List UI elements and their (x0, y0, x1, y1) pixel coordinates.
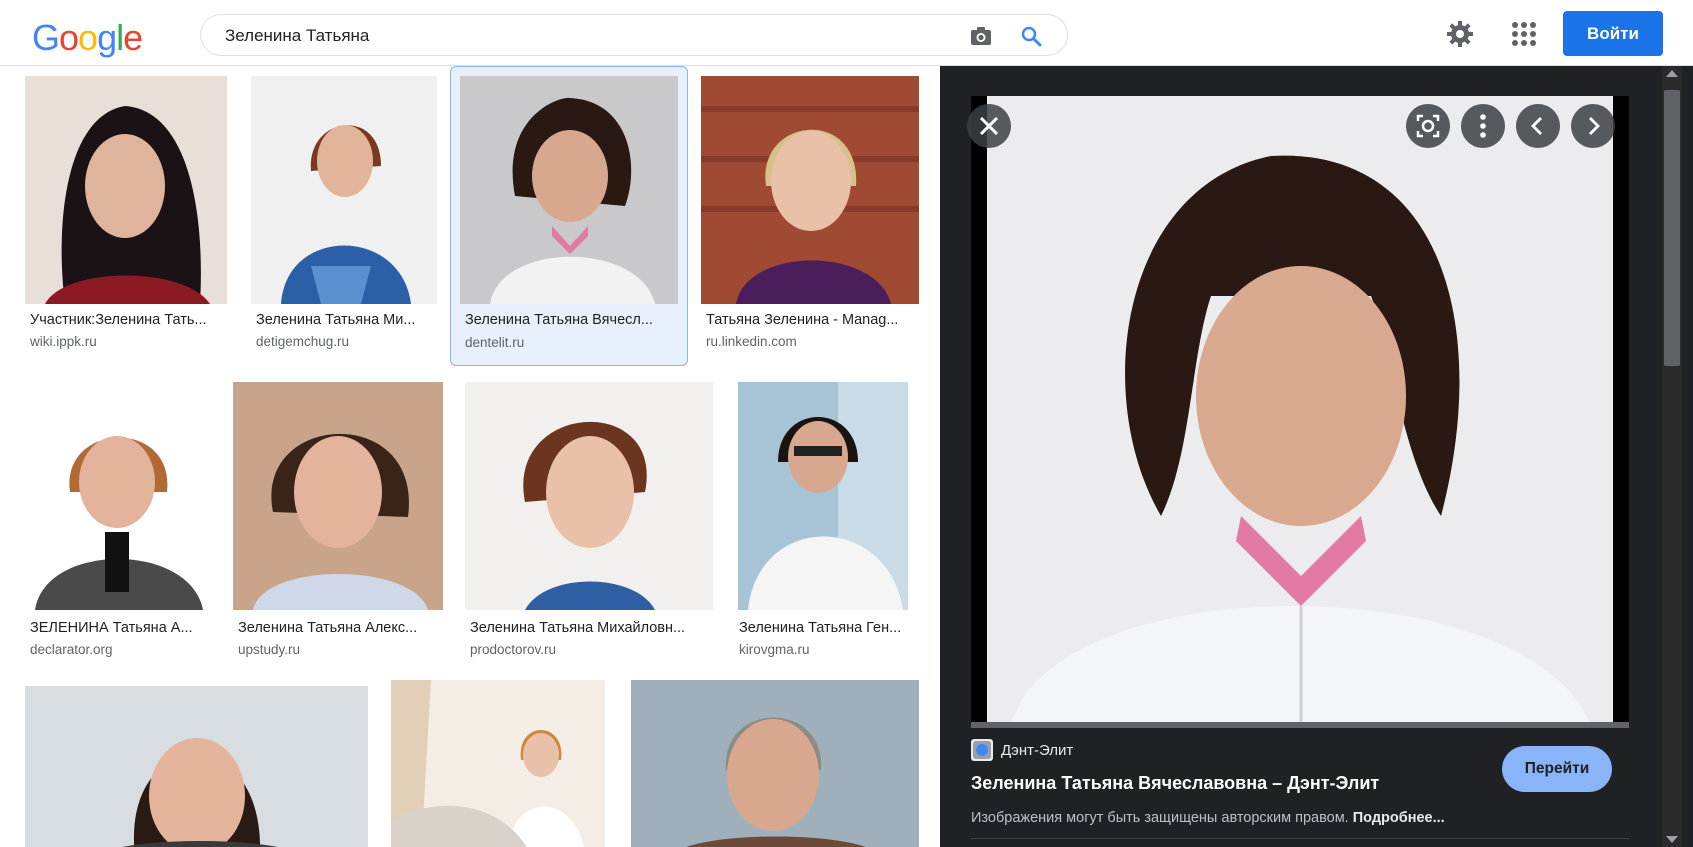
result-card-selected[interactable]: Зеленина Татьяна Вячесл... dentelit.ru (450, 66, 688, 366)
result-source[interactable]: upstudy.ru (238, 642, 300, 657)
more-vertical-icon (1480, 114, 1486, 138)
result-card[interactable]: Зеленина Татьяна Алекс... upstudy.ru (233, 382, 443, 657)
result-thumbnail[interactable] (251, 76, 437, 304)
result-card[interactable]: Татьяна Зеленина - Manag... ru.linkedin.… (701, 76, 919, 349)
result-card[interactable]: Зеленина Татьяна Ген... kirovgma.ru (734, 382, 919, 657)
result-thumbnail[interactable] (631, 680, 919, 847)
result-title[interactable]: Татьяна Зеленина - Manag... (706, 312, 916, 328)
result-thumbnail[interactable] (25, 382, 209, 610)
previous-button[interactable] (1516, 104, 1560, 148)
result-thumbnail[interactable] (25, 686, 368, 847)
preview-image[interactable] (967, 96, 1629, 726)
result-source[interactable]: detigemchug.ru (256, 334, 349, 349)
lens-search-button[interactable] (1406, 104, 1450, 148)
copyright-notice: Изображения могут быть защищены авторски… (971, 810, 1445, 826)
result-title[interactable]: Зеленина Татьяна Вячесл... (465, 312, 675, 328)
result-card[interactable]: ЗЕЛЕНИНА Татьяна А... declarator.org (25, 382, 209, 657)
gear-icon[interactable] (1445, 19, 1475, 49)
result-source[interactable]: prodoctorov.ru (470, 642, 556, 657)
result-source[interactable]: dentelit.ru (465, 335, 524, 350)
result-card[interactable] (25, 686, 368, 847)
site-name[interactable]: Дэнт-Элит (1001, 742, 1073, 759)
google-logo[interactable]: Google (32, 16, 143, 60)
preview-panel: Дэнт-Элит Зеленина Татьяна Вячеславовна … (940, 66, 1693, 847)
next-button[interactable] (1571, 104, 1615, 148)
result-title[interactable]: ЗЕЛЕНИНА Татьяна А... (30, 620, 208, 636)
search-box (200, 14, 1068, 56)
copyright-text: Изображения могут быть защищены авторски… (971, 810, 1349, 826)
chevron-left-icon (1531, 117, 1542, 135)
result-card[interactable] (391, 680, 605, 847)
search-icon[interactable] (1019, 25, 1043, 47)
image-results-grid: Участник:Зеленина Тать... wiki.ippk.ru З… (0, 66, 940, 847)
camera-icon[interactable] (969, 25, 993, 47)
result-source[interactable]: kirovgma.ru (739, 642, 810, 657)
image-loading-bar (971, 722, 1629, 728)
result-thumbnail[interactable] (465, 382, 713, 610)
result-card[interactable]: Зеленина Татьяна Ми... detigemchug.ru (251, 76, 437, 349)
signin-button[interactable]: Войти (1563, 11, 1663, 56)
divider (971, 838, 1629, 839)
search-input[interactable] (225, 23, 945, 49)
result-thumbnail[interactable] (701, 76, 919, 304)
result-thumbnail[interactable] (233, 382, 443, 610)
result-title[interactable]: Зеленина Татьяна Ми... (256, 312, 436, 328)
result-thumbnail[interactable] (25, 76, 227, 304)
scroll-thumb[interactable] (1664, 90, 1680, 366)
result-thumbnail[interactable] (391, 680, 605, 847)
result-title[interactable]: Зеленина Татьяна Алекс... (238, 620, 438, 636)
lens-icon (1416, 114, 1440, 138)
site-favicon-icon (971, 739, 993, 761)
apps-icon[interactable] (1510, 20, 1538, 48)
result-card[interactable]: Зеленина Татьяна Михайловн... prodoctoro… (465, 382, 713, 657)
result-title[interactable]: Зеленина Татьяна Михайловн... (470, 620, 710, 636)
result-card[interactable]: Участник:Зеленина Тать... wiki.ippk.ru (25, 76, 227, 349)
result-thumbnail[interactable] (460, 76, 678, 304)
close-icon (979, 116, 999, 136)
result-source[interactable]: wiki.ippk.ru (30, 334, 97, 349)
result-source[interactable]: ru.linkedin.com (706, 334, 797, 349)
preview-title[interactable]: Зеленина Татьяна Вячеславовна – Дэнт-Эли… (971, 773, 1379, 794)
result-title[interactable]: Участник:Зеленина Тать... (30, 312, 225, 328)
result-card[interactable] (631, 680, 919, 847)
result-thumbnail[interactable] (738, 382, 908, 610)
scroll-down-arrow-icon[interactable] (1666, 836, 1678, 843)
result-source[interactable]: declarator.org (30, 642, 113, 657)
learn-more-link[interactable]: Подробнее... (1353, 810, 1445, 826)
more-options-button[interactable] (1461, 104, 1505, 148)
chevron-right-icon (1589, 117, 1600, 135)
header: Google Войти (0, 0, 1693, 66)
close-button[interactable] (967, 104, 1011, 148)
visit-button[interactable]: Перейти (1502, 746, 1612, 792)
result-title[interactable]: Зеленина Татьяна Ген... (739, 620, 919, 636)
scrollbar[interactable] (1662, 66, 1682, 847)
scroll-up-arrow-icon[interactable] (1666, 70, 1678, 77)
